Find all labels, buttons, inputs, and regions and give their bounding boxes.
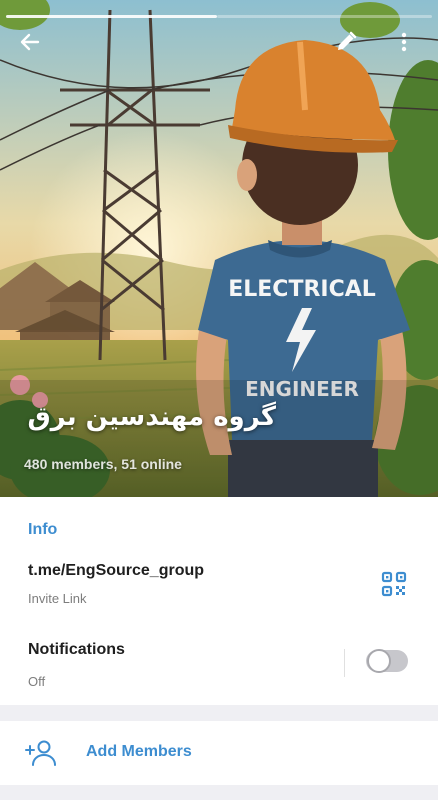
arrow-left-icon	[20, 33, 40, 51]
toggle-knob	[367, 649, 391, 673]
add-members-row[interactable]: Add Members	[0, 721, 438, 785]
notifications-state: Off	[28, 674, 46, 689]
info-heading: Info	[28, 521, 58, 538]
group-title: گروه مهندسین برق	[27, 402, 276, 432]
more-vertical-icon	[401, 32, 407, 52]
notifications-label[interactable]: Notifications	[28, 641, 125, 659]
story-progress-filled	[6, 15, 217, 18]
qr-code-button[interactable]	[380, 570, 408, 598]
member-count: 480 members, 51 online	[24, 456, 182, 472]
shirt-text-line1: ELECTRICAL	[228, 277, 376, 302]
notifications-toggle[interactable]	[366, 649, 408, 673]
info-section: Info t.me/EngSource_group Invite Link No…	[0, 497, 438, 705]
person-plus-icon	[24, 736, 58, 770]
divider	[344, 649, 345, 677]
invite-link-caption: Invite Link	[28, 591, 87, 606]
story-progress-remaining	[217, 15, 432, 18]
more-options-button[interactable]	[392, 30, 424, 62]
profile-header: ELECTRICAL ENGINEER گروه مهندسین برق 480…	[0, 0, 438, 497]
edit-button[interactable]	[334, 30, 366, 62]
pencil-icon	[338, 31, 357, 50]
invite-link[interactable]: t.me/EngSource_group	[28, 562, 204, 580]
back-button[interactable]	[18, 30, 50, 62]
qr-code-icon	[381, 571, 407, 597]
add-members-label: Add Members	[86, 743, 192, 760]
